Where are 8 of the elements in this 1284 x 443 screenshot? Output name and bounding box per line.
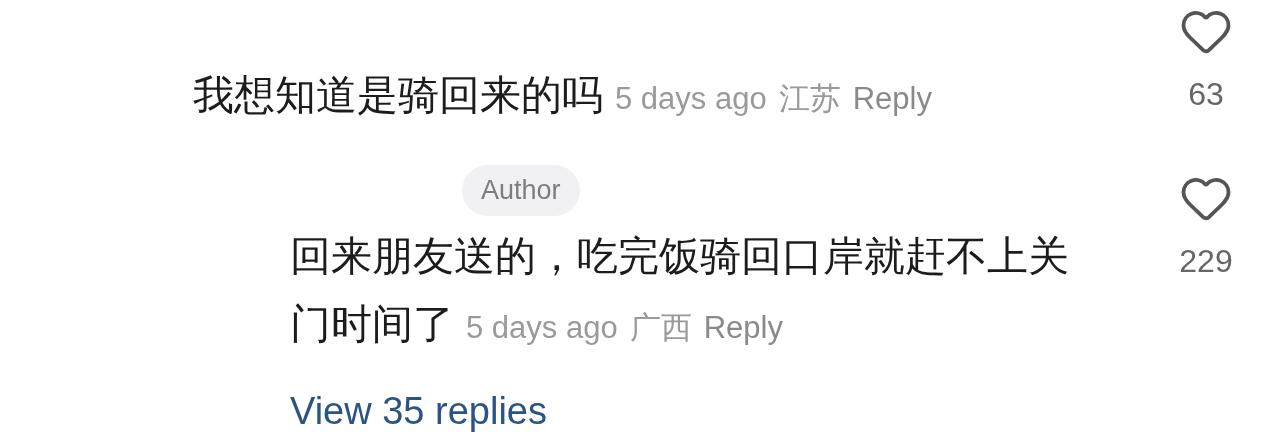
author-badge: Author — [462, 165, 580, 216]
reply-link[interactable]: Reply — [703, 310, 783, 345]
reply-link[interactable]: Reply — [852, 81, 932, 116]
comment-text: 我想知道是骑回来的吗 5 days ago 江苏 Reply — [193, 71, 933, 120]
comment-text: 回来朋友送的，吃完饭骑回口岸就赶不上关门时间了 5 days ago 广西 Reply — [290, 232, 1070, 349]
like-count: 63 — [1188, 76, 1224, 113]
like-count: 229 — [1179, 243, 1233, 280]
view-replies-link[interactable]: View 35 replies — [290, 390, 547, 433]
